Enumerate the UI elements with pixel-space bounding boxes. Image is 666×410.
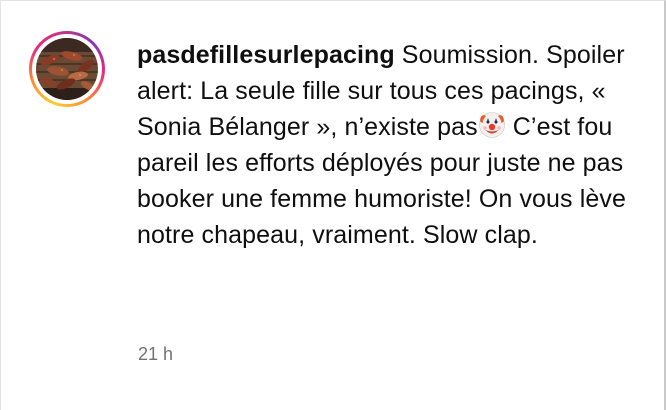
avatar-ring-gap bbox=[32, 34, 102, 104]
avatar-image bbox=[36, 38, 98, 100]
clown-face-icon bbox=[478, 112, 505, 138]
comment-panel: pasdefillesurlepacing Soumission. Spoile… bbox=[0, 0, 666, 410]
avatar[interactable] bbox=[29, 31, 105, 107]
comment-body: pasdefillesurlepacing Soumission. Spoile… bbox=[137, 37, 627, 253]
comment-username[interactable]: pasdefillesurlepacing bbox=[137, 41, 395, 69]
comment-timestamp[interactable]: 21 h bbox=[138, 344, 173, 365]
